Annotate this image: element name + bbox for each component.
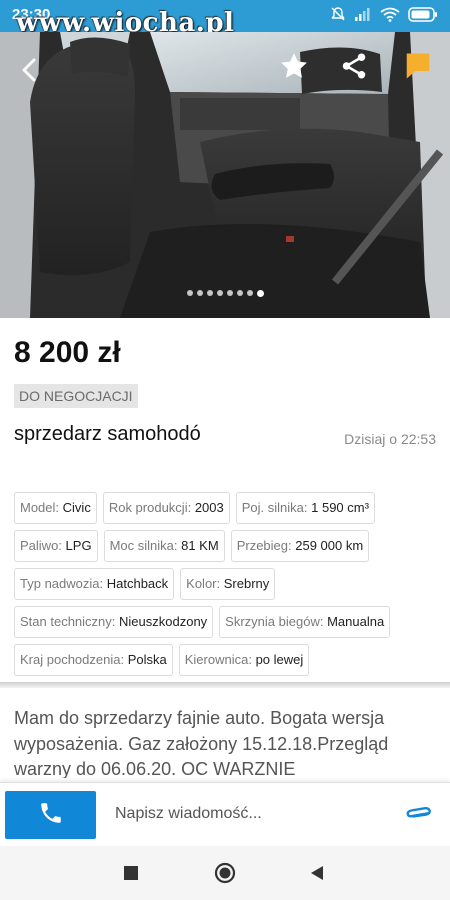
param-steering: Kierownica: po lewej — [178, 644, 310, 676]
bell-off-icon — [330, 6, 346, 22]
pagination-dot[interactable] — [206, 290, 213, 296]
pagination-dot[interactable] — [196, 290, 203, 296]
recent-apps-icon[interactable] — [119, 861, 143, 885]
contact-bar: Napisz wiadomość... — [0, 782, 450, 846]
share-icon[interactable] — [326, 44, 382, 88]
status-icons — [330, 6, 438, 22]
param-model: Model: Civic — [14, 492, 97, 524]
battery-icon — [408, 6, 438, 22]
param-fuel: Paliwo: LPG — [14, 530, 98, 562]
param-gearbox: Skrzynia biegów: Manualna — [219, 606, 391, 638]
param-power: Moc silnika: 81 KM — [103, 530, 225, 562]
car-interior-photo — [0, 32, 450, 318]
paperclip-icon[interactable] — [406, 803, 432, 827]
param-year: Rok produkcji: 2003 — [102, 492, 230, 524]
pagination-dot[interactable] — [216, 290, 223, 296]
param-engine-size: Poj. silnika: 1 590 cm³ — [235, 492, 375, 524]
section-divider — [0, 682, 450, 688]
home-icon[interactable] — [213, 861, 237, 885]
pagination-dot[interactable] — [246, 290, 253, 296]
pagination-dot[interactable] — [186, 290, 193, 296]
listing-description: Mam do sprzedarzy fajnie auto. Bogata we… — [14, 708, 389, 778]
param-color: Kolor: Srebrny — [180, 568, 276, 600]
parameters-list: Model: Civic Rok produkcji: 2003 Poj. si… — [14, 492, 436, 676]
phone-icon — [38, 800, 64, 831]
param-mileage: Przebieg: 259 000 km — [230, 530, 370, 562]
back-icon[interactable] — [305, 861, 329, 885]
listing-title: sprzedarz samohodó — [14, 423, 201, 445]
back-arrow-icon[interactable] — [14, 54, 46, 86]
param-origin-country: Kraj pochodzenia: Polska — [14, 644, 173, 676]
star-icon[interactable] — [266, 44, 322, 88]
pagination-dot[interactable] — [226, 290, 233, 296]
param-condition: Stan techniczny: Nieuszkodzony — [14, 606, 214, 638]
pagination-dot[interactable] — [256, 289, 264, 297]
param-body-type: Typ nadwozia: Hatchback — [14, 568, 175, 600]
listing-date: Dzisiaj o 22:53 — [344, 431, 436, 447]
price: 8 200 zł — [14, 336, 121, 369]
wifi-icon — [380, 7, 400, 22]
message-input[interactable]: Napisz wiadomość... — [115, 805, 262, 823]
negotiable-badge: DO NEGOCJACJI — [14, 384, 138, 408]
status-bar: 23:30 www.wiocha.pl — [0, 0, 450, 38]
system-nav-bar — [0, 846, 450, 900]
signal-icon — [354, 7, 372, 21]
call-button[interactable] — [5, 791, 96, 839]
flag-icon[interactable] — [390, 44, 446, 88]
gallery-pagination — [0, 289, 450, 297]
photo-gallery[interactable] — [0, 32, 450, 318]
pagination-dot[interactable] — [236, 290, 243, 296]
